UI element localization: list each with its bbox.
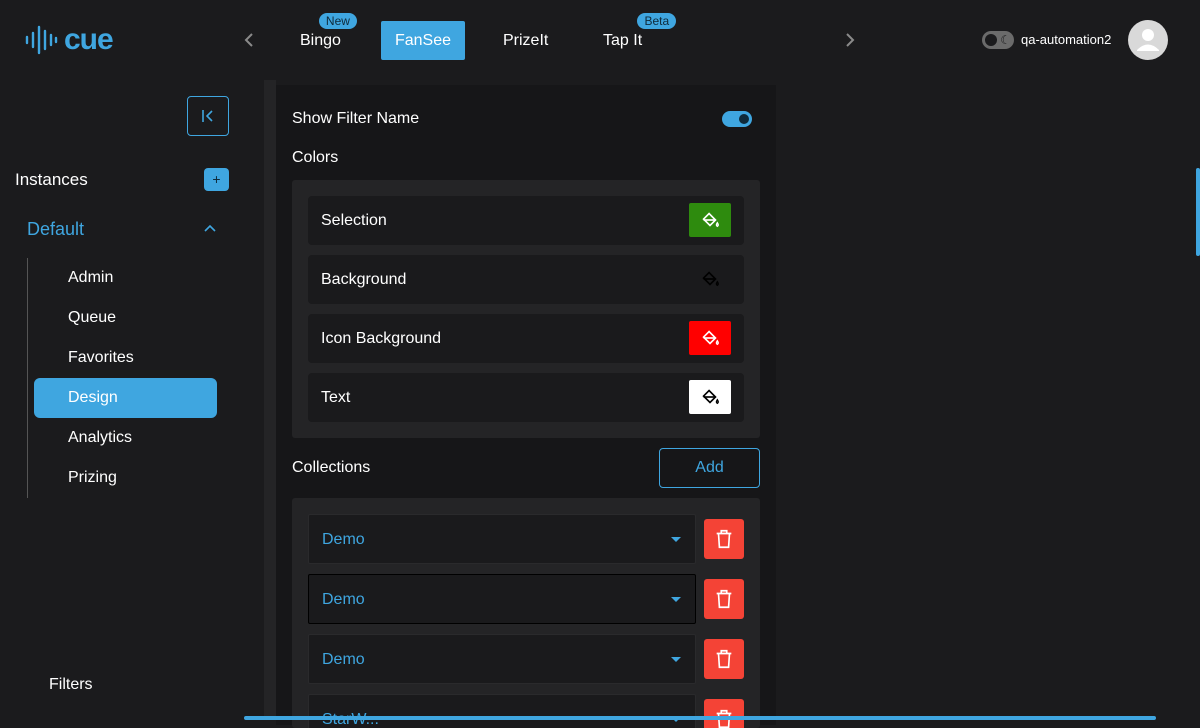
dropdown-caret-icon xyxy=(671,537,681,542)
collections-label: Collections xyxy=(292,459,371,476)
selection-color-picker[interactable] xyxy=(689,203,731,237)
tab-fansee[interactable]: FanSee xyxy=(381,21,465,60)
tab-label: FanSee xyxy=(394,32,452,49)
collection-select[interactable]: StarW... xyxy=(308,694,696,728)
dropdown-caret-icon xyxy=(671,657,681,662)
add-instance-button[interactable]: + xyxy=(204,168,229,191)
sidebar-item-analytics[interactable]: Analytics xyxy=(34,418,217,458)
username: qa-automation2 xyxy=(1021,32,1112,47)
content-gutter xyxy=(264,80,276,720)
icon-background-color-picker[interactable] xyxy=(689,321,731,355)
dropdown-caret-icon xyxy=(671,597,681,602)
color-label: Icon Background xyxy=(321,330,442,347)
tree-line xyxy=(27,258,28,498)
paint-bucket-icon xyxy=(702,330,719,346)
sidebar-item-prizing[interactable]: Prizing xyxy=(34,458,217,498)
colors-label: Colors xyxy=(292,149,339,166)
sidebar: Instances + Default Admin Queue Favorite… xyxy=(0,80,244,720)
beta-badge: Beta xyxy=(637,13,677,29)
sidebar-item-admin[interactable]: Admin xyxy=(34,258,217,298)
chevron-up-icon[interactable] xyxy=(202,220,218,236)
select-value: Demo xyxy=(322,651,365,668)
new-badge: New xyxy=(318,13,357,29)
background-color-picker[interactable] xyxy=(689,262,731,296)
text-color-picker[interactable] xyxy=(689,380,731,414)
instances-label: Instances xyxy=(15,170,88,189)
toggle-knob xyxy=(739,114,749,124)
color-row-background: Background xyxy=(308,255,744,304)
sidebar-item-design[interactable]: Design xyxy=(34,378,217,418)
tab-label: Tap It xyxy=(603,32,643,49)
color-row-text: Text xyxy=(308,373,744,422)
tab-label: Bingo xyxy=(300,32,341,49)
user-icon xyxy=(1137,29,1159,51)
horizontal-scrollbar[interactable] xyxy=(244,716,1156,720)
tabs-prev-arrow[interactable] xyxy=(237,28,261,52)
color-label: Text xyxy=(321,389,351,406)
paint-bucket-icon xyxy=(702,389,719,405)
filters-label[interactable]: Filters xyxy=(49,675,93,695)
tabs-next-arrow[interactable] xyxy=(838,28,862,52)
soundwave-icon xyxy=(25,25,58,55)
collapse-icon xyxy=(202,110,213,122)
paint-bucket-icon xyxy=(702,212,719,228)
delete-collection-button[interactable] xyxy=(704,699,744,728)
delete-collection-button[interactable] xyxy=(704,579,744,619)
theme-toggle[interactable]: ☾ xyxy=(982,31,1014,49)
moon-icon: ☾ xyxy=(1000,33,1011,47)
top-bar: cue Bingo New FanSee PrizeIt Tap It Beta… xyxy=(0,0,1200,80)
sidebar-item-queue[interactable]: Queue xyxy=(34,298,217,338)
tab-prizeit[interactable]: PrizeIt xyxy=(489,21,562,60)
collection-select[interactable]: Demo xyxy=(308,514,696,564)
cue-logo[interactable]: cue xyxy=(24,22,114,58)
logo-text: cue xyxy=(64,23,114,56)
paint-bucket-icon xyxy=(702,271,719,287)
delete-collection-button[interactable] xyxy=(704,519,744,559)
collection-select[interactable]: Demo xyxy=(308,634,696,684)
collection-select[interactable]: Demo xyxy=(308,574,696,624)
show-filter-name-label: Show Filter Name xyxy=(292,110,420,127)
design-panel: Show Filter Name Colors Selection Backgr… xyxy=(276,85,776,728)
avatar[interactable] xyxy=(1128,20,1168,60)
toggle-knob xyxy=(985,34,997,46)
trash-icon xyxy=(716,589,732,609)
sidebar-item-favorites[interactable]: Favorites xyxy=(34,338,217,378)
collections-group: Demo Demo Demo xyxy=(292,498,760,728)
tab-tap-it[interactable]: Tap It Beta xyxy=(589,13,677,60)
color-label: Selection xyxy=(321,212,387,229)
tab-bingo[interactable]: Bingo New xyxy=(286,13,357,60)
trash-icon xyxy=(716,529,732,549)
color-label: Background xyxy=(321,271,407,288)
color-row-icon-background: Icon Background xyxy=(308,314,744,363)
add-collection-button[interactable]: Add xyxy=(659,448,760,488)
select-value: Demo xyxy=(322,591,365,608)
collapse-sidebar-button[interactable] xyxy=(187,96,229,136)
instance-default[interactable]: Default xyxy=(27,218,84,240)
color-row-selection: Selection xyxy=(308,196,744,245)
select-value: Demo xyxy=(322,531,365,548)
delete-collection-button[interactable] xyxy=(704,639,744,679)
trash-icon xyxy=(716,649,732,669)
vertical-scrollbar[interactable] xyxy=(1196,168,1200,256)
tab-label: PrizeIt xyxy=(503,32,549,49)
colors-group: Selection Background Icon Background Tex… xyxy=(292,180,760,438)
show-filter-name-toggle[interactable] xyxy=(722,111,752,127)
main-content: Show Filter Name Colors Selection Backgr… xyxy=(244,80,1200,728)
